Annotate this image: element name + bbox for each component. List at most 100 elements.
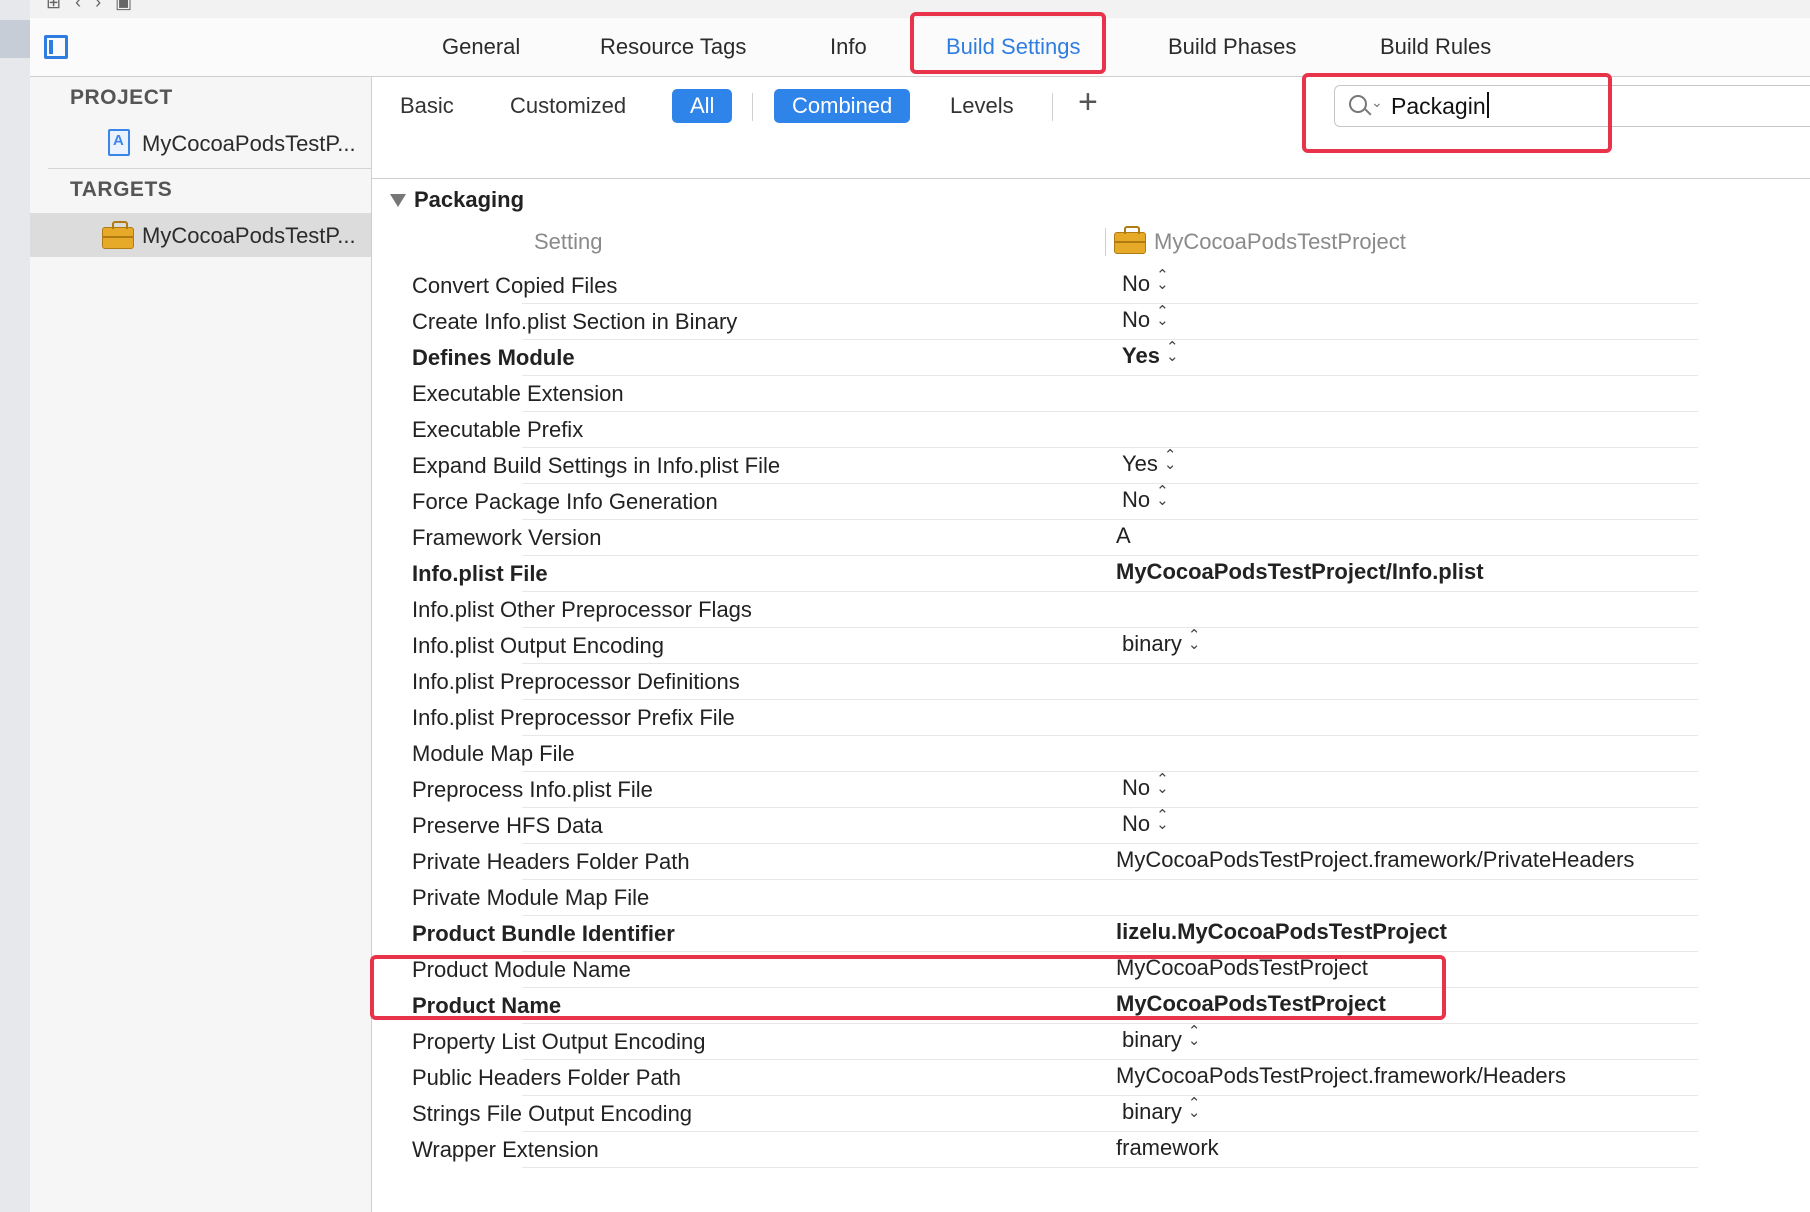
setting-row[interactable]: Product Bundle Identifier lizelu.MyCocoaP… [388, 916, 1698, 952]
setting-row[interactable]: Expand Build Settings in Info.plist File… [388, 448, 1698, 484]
setting-value[interactable]: A [1116, 523, 1131, 549]
setting-value-popup[interactable]: binary ⌃⌄ [1122, 1023, 1201, 1053]
setting-value[interactable]: MyCocoaPodsTestProject/Info.plist [1116, 559, 1484, 585]
setting-value-text: Yes [1122, 451, 1158, 476]
setting-value-popup[interactable]: No ⌃⌄ [1122, 267, 1169, 297]
content-separator [372, 178, 1810, 179]
setting-name: Framework Version [412, 525, 602, 550]
setting-name: Strings File Output Encoding [412, 1101, 693, 1126]
setting-value-popup[interactable]: No ⌃⌄ [1122, 807, 1169, 837]
setting-value-text: No [1122, 775, 1151, 800]
setting-value-text: No [1122, 487, 1151, 512]
annotation-search-highlight [1302, 73, 1612, 153]
tab-build-rules[interactable]: Build Rules [1380, 34, 1491, 60]
setting-name: Convert Copied Files [412, 273, 618, 298]
disclosure-triangle-icon[interactable] [390, 194, 406, 207]
setting-value-text: binary [1122, 631, 1182, 656]
setting-row[interactable]: Preserve HFS Data No ⌃⌄ [388, 808, 1698, 844]
setting-value-popup[interactable]: No ⌃⌄ [1122, 771, 1169, 801]
toolbar-nav-icons[interactable]: ⊞‹›▣ [46, 0, 146, 13]
setting-row[interactable]: Force Package Info Generation No ⌃⌄ [388, 484, 1698, 520]
setting-name: Private Module Map File [412, 885, 650, 910]
project-file-icon [108, 129, 130, 156]
setting-row[interactable]: Framework Version A [388, 520, 1698, 556]
xcode-window: ⊞‹›▣ General Resource Tags Info Build Se… [0, 0, 1810, 1212]
setting-row[interactable]: Executable Prefix [388, 412, 1698, 448]
tab-build-phases[interactable]: Build Phases [1168, 34, 1296, 60]
framework-target-icon [102, 221, 134, 249]
setting-name: Info.plist Preprocessor Definitions [412, 669, 740, 694]
setting-value-popup[interactable]: Yes ⌃⌄ [1122, 447, 1177, 477]
setting-value-popup[interactable]: binary ⌃⌄ [1122, 628, 1201, 657]
setting-value-popup[interactable]: Yes ⌃⌄ [1122, 340, 1179, 369]
annotation-product-name-highlight [370, 955, 1446, 1020]
setting-row[interactable]: Info.plist Preprocessor Definitions [388, 664, 1698, 700]
setting-row[interactable]: Info.plist Output Encoding binary ⌃⌄ [388, 628, 1698, 664]
tab-resource-tags[interactable]: Resource Tags [600, 34, 746, 60]
setting-row[interactable]: Info.plist File MyCocoaPodsTestProject/In… [388, 556, 1698, 592]
popup-stepper-icon: ⌃⌄ [1156, 267, 1169, 293]
setting-name: Property List Output Encoding [412, 1029, 706, 1054]
navigator-selection [0, 20, 30, 58]
section-title-packaging: Packaging [414, 187, 525, 212]
setting-value[interactable]: MyCocoaPodsTestProject.framework/Private… [1116, 847, 1634, 873]
popup-stepper-icon: ⌃⌄ [1156, 771, 1169, 797]
setting-row[interactable]: Private Headers Folder Path MyCocoaPodsTe… [388, 844, 1698, 880]
filter-combined[interactable]: Combined [774, 89, 911, 123]
popup-stepper-icon: ⌃⌄ [1163, 447, 1177, 473]
popup-stepper-icon: ⌃⌄ [1187, 1095, 1201, 1121]
setting-row[interactable]: Defines Module Yes ⌃⌄ [388, 340, 1698, 376]
setting-name: Info.plist Preprocessor Prefix File [412, 705, 735, 730]
sidebar-toggle-icon[interactable] [44, 35, 68, 59]
setting-name: Preprocess Info.plist File [412, 777, 653, 802]
setting-value-text: A [1116, 523, 1131, 548]
setting-row[interactable]: Wrapper Extension framework [388, 1132, 1698, 1168]
targets-header: TARGETS [70, 178, 173, 201]
tab-info[interactable]: Info [830, 34, 867, 60]
popup-stepper-icon: ⌃⌄ [1156, 303, 1169, 329]
tab-general[interactable]: General [442, 34, 520, 60]
add-setting-button[interactable]: + [1078, 83, 1098, 122]
setting-row[interactable]: Public Headers Folder Path MyCocoaPodsTes… [388, 1060, 1698, 1096]
popup-stepper-icon: ⌃⌄ [1156, 807, 1169, 833]
sidebar-item-target[interactable]: MyCocoaPodsTestP... [30, 213, 371, 257]
popup-stepper-icon: ⌃⌄ [1156, 483, 1169, 509]
setting-value-popup[interactable]: binary ⌃⌄ [1122, 1095, 1201, 1125]
setting-row[interactable]: Preprocess Info.plist File No ⌃⌄ [388, 772, 1698, 808]
setting-name: Public Headers Folder Path [412, 1065, 682, 1090]
setting-value-popup[interactable]: No ⌃⌄ [1122, 303, 1169, 333]
setting-row[interactable]: Convert Copied Files No ⌃⌄ [388, 268, 1698, 304]
setting-value-text: No [1122, 307, 1151, 332]
setting-value-text: MyCocoaPodsTestProject.framework/Headers [1116, 1063, 1566, 1088]
setting-value-text: binary [1122, 1027, 1182, 1052]
column-header-target[interactable]: MyCocoaPodsTestProject [1154, 229, 1406, 255]
setting-name: Preserve HFS Data [412, 813, 603, 838]
setting-row[interactable]: Info.plist Other Preprocessor Flags [388, 592, 1698, 628]
filter-all[interactable]: All [672, 89, 733, 123]
filter-basic[interactable]: Basic [394, 89, 460, 123]
filter-levels[interactable]: Levels [944, 89, 1020, 123]
setting-row[interactable]: Module Map File [388, 736, 1698, 772]
setting-name: Create Info.plist Section in Binary [412, 309, 738, 334]
setting-value-popup[interactable]: No ⌃⌄ [1122, 483, 1169, 513]
setting-value[interactable]: MyCocoaPodsTestProject.framework/Headers [1116, 1063, 1566, 1089]
setting-row[interactable]: Executable Extension [388, 376, 1698, 412]
setting-row[interactable]: Info.plist Preprocessor Prefix File [388, 700, 1698, 736]
sidebar-item-project[interactable]: MyCocoaPodsTestP... [30, 121, 371, 165]
setting-row[interactable]: Create Info.plist Section in Binary No ⌃⌄ [388, 304, 1698, 340]
setting-value[interactable]: framework [1116, 1135, 1219, 1161]
setting-row[interactable]: Strings File Output Encoding binary ⌃⌄ [388, 1096, 1698, 1132]
setting-value-text: Yes [1122, 343, 1160, 368]
navigator-strip [0, 0, 31, 1212]
setting-row[interactable]: Property List Output Encoding binary ⌃⌄ [388, 1024, 1698, 1060]
setting-name: Expand Build Settings in Info.plist File [412, 453, 781, 478]
setting-name: Info.plist File [412, 561, 548, 586]
setting-row[interactable]: Private Module Map File [388, 880, 1698, 916]
setting-name: Module Map File [412, 741, 575, 766]
project-item-label: MyCocoaPodsTestP... [142, 131, 356, 156]
setting-value[interactable]: lizelu.MyCocoaPodsTestProject [1116, 919, 1447, 945]
popup-stepper-icon: ⌃⌄ [1187, 1023, 1201, 1049]
setting-name: Info.plist Output Encoding [412, 633, 664, 658]
column-header-setting[interactable]: Setting [534, 229, 603, 255]
filter-customized[interactable]: Customized [504, 89, 632, 123]
